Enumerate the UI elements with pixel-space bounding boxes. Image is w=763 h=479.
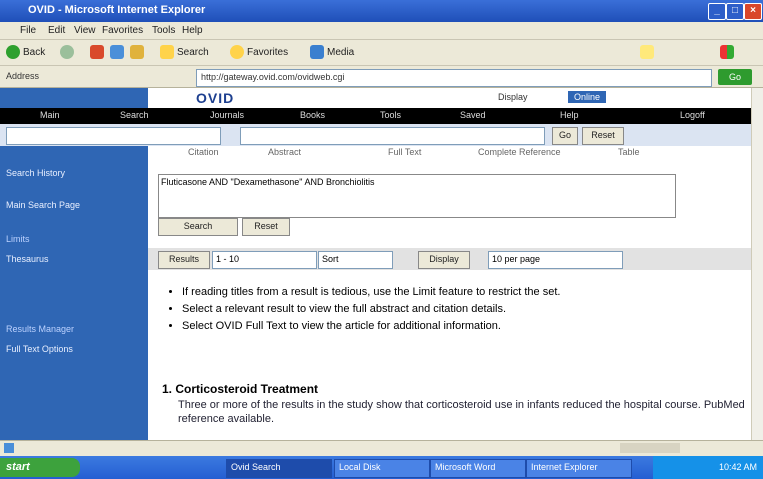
tab-full-text[interactable]: Full Text [388, 147, 421, 157]
search-go-button[interactable]: Go [552, 127, 578, 145]
sort-select[interactable]: Sort [318, 251, 393, 269]
results-label: Results [158, 251, 210, 269]
query-search-button[interactable]: Search [158, 218, 238, 236]
media-icon [310, 45, 324, 60]
back-arrow-icon [6, 45, 20, 60]
messenger-icon [640, 45, 654, 60]
task-ovid[interactable]: Ovid Search [226, 459, 332, 478]
sidebar-item-main-search[interactable]: Main Search Page [6, 200, 80, 210]
nav-help[interactable]: Help [560, 110, 579, 120]
address-label: Address [6, 71, 40, 81]
task-disk[interactable]: Local Disk [334, 459, 430, 478]
task-word[interactable]: Microsoft Word [430, 459, 526, 478]
system-tray: 10:42 AM [653, 456, 763, 479]
vertical-scrollbar[interactable] [751, 88, 763, 440]
star-icon [230, 45, 244, 60]
address-field[interactable]: http://gateway.ovid.com/ovidweb.cgi [196, 69, 712, 87]
query-reset-button[interactable]: Reset [242, 218, 290, 236]
refresh-button[interactable] [110, 44, 127, 62]
nav-journals[interactable]: Journals [210, 110, 244, 120]
tips-list: If reading titles from a result is tedio… [168, 285, 762, 336]
toolbar: Back Search Favorites Media [0, 40, 763, 66]
refresh-icon [110, 45, 124, 60]
tip-item: Select a relevant result to view the ful… [182, 302, 762, 317]
windows-flag-button[interactable] [720, 44, 737, 62]
nav-tools[interactable]: Tools [380, 110, 401, 120]
maximize-icon[interactable]: □ [726, 3, 744, 20]
home-button[interactable] [130, 44, 147, 62]
address-bar: Address http://gateway.ovid.com/ovidweb.… [0, 66, 763, 88]
sidebar-item-results-manager[interactable]: Results Manager [6, 324, 74, 334]
main-content: Fluticasone AND "Dexamethasone" AND Bron… [148, 160, 763, 440]
result-title[interactable]: 1. Corticosteroid Treatment [162, 382, 318, 396]
search-reset-button[interactable]: Reset [582, 127, 624, 145]
ovid-logo: OVID [196, 90, 235, 106]
stop-icon [90, 45, 104, 60]
favorites-button[interactable]: Favorites [230, 44, 288, 62]
clock: 10:42 AM [718, 462, 757, 472]
zone-indicator [620, 443, 680, 453]
forward-button[interactable] [60, 44, 77, 62]
nav-saved[interactable]: Saved [460, 110, 486, 120]
display-button[interactable]: Display [418, 251, 470, 269]
back-button[interactable]: Back [6, 44, 45, 62]
nav-logoff[interactable]: Logoff [680, 110, 705, 120]
mode-label: Display [498, 92, 528, 102]
minimize-icon[interactable]: _ [708, 3, 726, 20]
close-icon[interactable]: × [744, 3, 762, 20]
tab-table[interactable]: Table [618, 147, 640, 157]
task-ie[interactable]: Internet Explorer [526, 459, 632, 478]
home-icon [130, 45, 144, 60]
filter-bar: Results 1 - 10 Sort Display 10 per page [148, 248, 763, 270]
sidebar-item-limits[interactable]: Limits [6, 234, 30, 244]
search-button[interactable]: Search [160, 44, 209, 62]
menu-view[interactable]: View [74, 25, 96, 36]
search-input[interactable] [240, 127, 545, 145]
per-page-select[interactable]: 10 per page [488, 251, 623, 269]
tip-item: If reading titles from a result is tedio… [182, 285, 762, 300]
taskbar: start Ovid Search Local Disk Microsoft W… [0, 456, 763, 479]
nav-main[interactable]: Main [40, 110, 60, 120]
menu-file[interactable]: File [20, 25, 36, 36]
forward-arrow-icon [60, 45, 74, 60]
tab-abstract[interactable]: Abstract [268, 147, 301, 157]
window-title: OVID - Microsoft Internet Explorer [28, 4, 206, 16]
sub-tabs: Citation Abstract Full Text Complete Ref… [148, 146, 763, 160]
result-body: Three or more of the results in the stud… [178, 399, 745, 425]
menu-favorites[interactable]: Favorites [102, 25, 143, 36]
stop-button[interactable] [90, 44, 107, 62]
media-button[interactable]: Media [310, 44, 354, 62]
menu-help[interactable]: Help [182, 25, 203, 36]
query-textarea[interactable]: Fluticasone AND "Dexamethasone" AND Bron… [158, 174, 676, 218]
menu-bar: File Edit View Favorites Tools Help [0, 22, 763, 40]
start-button[interactable]: start [0, 458, 80, 477]
nav-search[interactable]: Search [120, 110, 149, 120]
mode-badge[interactable]: Online [568, 91, 607, 103]
status-bar [0, 440, 763, 456]
menu-tools[interactable]: Tools [152, 25, 175, 36]
results-range-select[interactable]: 1 - 10 [212, 251, 317, 269]
sidebar-item-full-text[interactable]: Full Text Options [6, 344, 73, 354]
ie-icon [4, 443, 14, 453]
window-titlebar: OVID - Microsoft Internet Explorer _ □ × [0, 0, 763, 22]
database-select[interactable] [6, 127, 221, 145]
go-button[interactable]: Go [718, 69, 752, 85]
windows-flag-icon [720, 45, 734, 60]
messenger-button[interactable] [640, 44, 657, 62]
nav-books[interactable]: Books [300, 110, 325, 120]
menu-edit[interactable]: Edit [48, 25, 65, 36]
brand-row: OVID Display Online [148, 88, 763, 108]
search-row: Go Reset [0, 124, 763, 146]
tab-citation[interactable]: Citation [188, 147, 219, 157]
search-icon [160, 45, 174, 60]
sidebar-item-thesaurus[interactable]: Thesaurus [6, 254, 49, 264]
tip-item: Select OVID Full Text to view the articl… [182, 319, 762, 334]
tab-complete-reference[interactable]: Complete Reference [478, 147, 561, 157]
nav-bar: Main Search Journals Books Tools Saved H… [0, 108, 763, 124]
sidebar-item-history[interactable]: Search History [6, 168, 65, 178]
